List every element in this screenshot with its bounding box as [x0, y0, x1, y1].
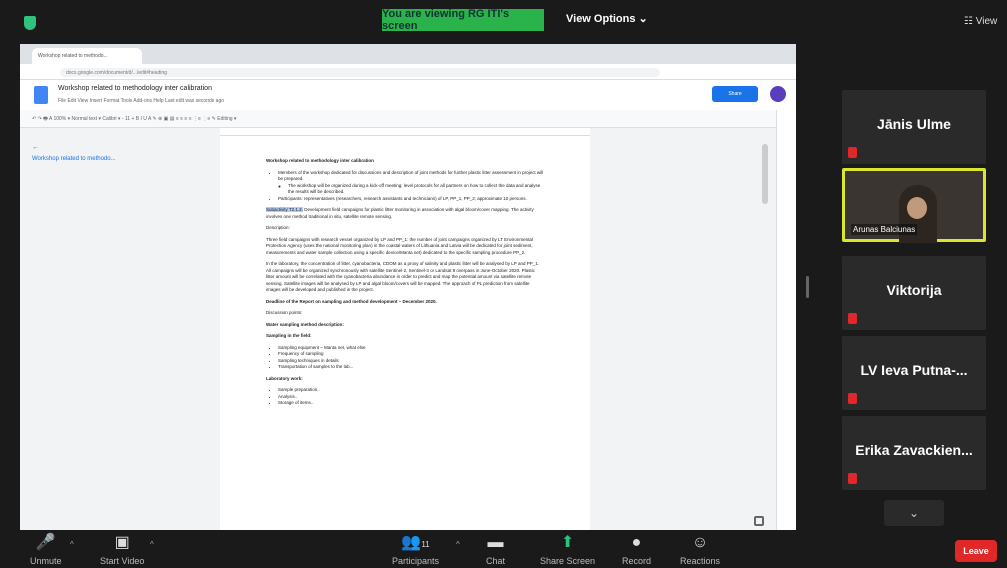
chevron-down-icon[interactable]: ⌄ [884, 500, 944, 526]
doc-menu[interactable]: File Edit View Insert Format Tools Add-o… [58, 98, 224, 104]
participant-name: Erika Zavackien... [855, 442, 973, 458]
chat-label: Chat [486, 556, 506, 566]
mic-muted-icon [848, 313, 857, 324]
record-label: Record [622, 556, 652, 566]
chat-button[interactable]: ▬ Chat [486, 534, 505, 566]
video-face [907, 197, 927, 219]
shield-icon[interactable] [24, 16, 36, 30]
view-button[interactable]: ☷ View [964, 16, 997, 27]
participant-name: LV Ieva Putna-... [860, 362, 968, 378]
share-screen-button[interactable]: ⬆ Share Screen [540, 534, 595, 566]
side-panel [776, 110, 796, 540]
subactivity-label: Subactivity T2.1.2. [266, 207, 303, 212]
participants-label: Participants [392, 556, 440, 566]
avatar[interactable] [770, 86, 786, 102]
meeting-controls: 🎤 Unmute ^ ▣ Start Video ^ 👥11 Participa… [0, 530, 1007, 568]
share-screen-icon: ⬆ [560, 534, 575, 551]
unmute-label: Unmute [30, 556, 62, 566]
participant-name: Arunas Balciunas [851, 224, 918, 235]
chevron-up-icon[interactable]: ^ [456, 540, 460, 549]
outline-item[interactable]: Workshop related to methodo... [32, 156, 116, 162]
chevron-up-icon[interactable]: ^ [150, 540, 154, 549]
list-item: Transportation of samples to the lab... [278, 364, 544, 371]
mic-muted-icon [848, 147, 857, 158]
description-label: Description: [266, 225, 290, 230]
list-item: Members of the workshop dedicated for di… [278, 170, 544, 183]
viewing-banner: You are viewing RG ITI's screen [382, 8, 544, 32]
top-bar: You are viewing RG ITI's screen View Opt… [0, 0, 1007, 40]
participant-name: Viktorija [886, 282, 942, 298]
sampling-label: Sampling in the field: [266, 333, 312, 338]
ruler [220, 128, 590, 136]
docs-toolbar[interactable]: ↶ ↷ 🖶 A 100% ▾ Normal text ▾ Calibri ▾ -… [20, 110, 796, 128]
start-video-button[interactable]: ▣ Start Video [100, 534, 144, 566]
scrollbar[interactable] [762, 144, 768, 204]
participants-icon: 👥11 [401, 534, 430, 551]
chevron-up-icon[interactable]: ^ [70, 540, 74, 549]
participant-tile[interactable]: Erika Zavackien... [842, 416, 986, 490]
reactions-label: Reactions [680, 556, 721, 566]
doc-title[interactable]: Workshop related to methodology inter ca… [58, 85, 212, 92]
participant-tile[interactable]: Viktorija [842, 256, 986, 330]
share-screen-label: Share Screen [540, 556, 596, 566]
participant-tile[interactable]: LV Ieva Putna-... [842, 336, 986, 410]
unmute-button[interactable]: 🎤 Unmute [30, 534, 62, 566]
discussion-label: Discussion points: [266, 310, 303, 315]
browser-tab[interactable]: Workshop related to methodo... [32, 48, 142, 64]
browser-tabstrip: Workshop related to methodo... [20, 44, 796, 64]
participants-count: 11 [421, 540, 430, 549]
chat-icon: ▬ [487, 534, 504, 551]
participant-video-tile[interactable]: Arunas Balciunas [842, 168, 986, 243]
address-bar[interactable]: docs.google.com/document/d/.../edit#head… [60, 68, 660, 77]
water-label: Water sampling method description: [266, 321, 344, 327]
lab-label: Laboratory work: [266, 375, 303, 381]
resize-handle[interactable] [806, 276, 809, 298]
explore-icon[interactable] [754, 516, 764, 526]
mic-icon: 🎤 [35, 534, 56, 551]
back-arrow-icon[interactable]: ← [32, 144, 39, 151]
reactions-button[interactable]: ☺ Reactions [680, 534, 720, 566]
docs-icon[interactable] [34, 86, 48, 104]
subactivity-text: Development field campaigns for plastic … [266, 207, 534, 219]
participant-name: Jānis Ulme [877, 116, 951, 132]
leave-button[interactable]: Leave [955, 540, 997, 562]
paragraph: Three field campaigns with research vess… [266, 236, 533, 255]
doc-heading: Workshop related to methodology inter ca… [266, 158, 374, 163]
paragraph: In the laboratory, the concentration of … [266, 261, 539, 292]
mic-muted-icon [848, 393, 857, 404]
record-button[interactable]: ● Record [622, 534, 651, 566]
share-button[interactable]: Share [712, 86, 758, 102]
list-item: The workshop will be organized during a … [288, 183, 544, 196]
shared-screen: Workshop related to methodo... docs.goog… [20, 44, 796, 540]
docs-header: Workshop related to methodology inter ca… [20, 80, 796, 110]
view-options-button[interactable]: View Options ⌄ [566, 12, 648, 25]
deadline: Deadline of the Report on sampling and m… [266, 298, 437, 304]
start-video-label: Start Video [100, 556, 145, 566]
record-icon: ● [631, 534, 642, 551]
participants-button[interactable]: 👥11 Participants [392, 534, 439, 566]
participant-tile[interactable]: Jānis Ulme [842, 90, 986, 164]
document-page[interactable]: Workshop related to methodology inter ca… [220, 136, 590, 540]
emoji-icon: ☺ [691, 534, 709, 551]
list-item: Storage of items.. [278, 400, 544, 407]
list-item: Participants: representatives (researche… [278, 196, 544, 203]
mic-muted-icon [848, 473, 857, 484]
browser-urlbar: docs.google.com/document/d/.../edit#head… [20, 64, 796, 80]
camera-icon: ▣ [114, 534, 130, 551]
